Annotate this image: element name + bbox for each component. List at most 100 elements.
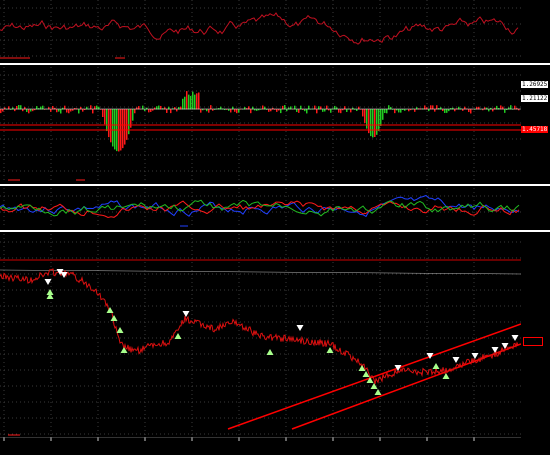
macd-bar	[66, 109, 68, 113]
macd-bar	[0, 109, 2, 114]
macd-bar	[106, 109, 108, 132]
macd-bar	[192, 91, 194, 110]
triangle-down-icon	[471, 353, 479, 359]
macd-bar	[184, 96, 186, 110]
macd-bar	[112, 109, 114, 147]
macd-histogram-plot	[0, 67, 521, 182]
macd-bar	[82, 109, 84, 112]
macd-bar	[386, 109, 388, 114]
triangle-up-icon	[110, 315, 118, 321]
macd-bar	[102, 109, 104, 117]
oscillator-pane-top[interactable]	[0, 0, 521, 60]
macd-bar	[22, 109, 24, 112]
macd-bar	[208, 109, 210, 113]
macd-bar	[362, 109, 364, 117]
macd-pane[interactable]	[0, 67, 521, 182]
macd-bar	[446, 109, 448, 113]
macd-bar	[272, 107, 274, 110]
triangle-up-icon	[326, 347, 334, 353]
pane-separator[interactable]	[0, 63, 550, 65]
macd-bar	[194, 94, 196, 110]
macd-bar	[68, 109, 70, 114]
macd-bar	[398, 109, 400, 113]
triangle-up-icon	[374, 389, 382, 395]
triangle-up-icon	[106, 307, 114, 313]
macd-bar	[442, 109, 444, 112]
pane-separator[interactable]	[0, 184, 550, 186]
triangle-up-icon	[116, 327, 124, 333]
macd-bar	[382, 109, 384, 120]
macd-bar	[492, 109, 494, 112]
macd-bar	[56, 109, 58, 113]
macd-level-label-1: 1.26925	[521, 81, 549, 88]
time-axis-ticks	[0, 437, 521, 441]
macd-bar	[104, 109, 106, 125]
macd-bar	[408, 109, 410, 112]
macd-bar	[448, 109, 450, 112]
macd-bar	[394, 109, 396, 114]
macd-bar	[490, 107, 492, 110]
macd-bar	[378, 109, 380, 132]
triangle-up-icon	[120, 347, 128, 353]
macd-bar	[372, 109, 374, 138]
macd-bar	[322, 109, 324, 112]
macd-bar	[2, 109, 4, 112]
macd-bar	[350, 109, 352, 113]
macd-bar	[504, 109, 506, 113]
macd-bar	[108, 109, 110, 138]
macd-bar	[276, 109, 278, 112]
macd-bar	[488, 109, 490, 112]
time-axis[interactable]	[0, 437, 550, 455]
macd-bar	[32, 109, 34, 112]
macd-bar	[126, 109, 128, 140]
macd-bar	[384, 109, 386, 114]
macd-bar	[72, 109, 74, 111]
macd-bar	[144, 109, 146, 112]
triangle-down-icon	[452, 357, 460, 363]
oscillator-line	[0, 12, 519, 45]
macd-bar	[380, 109, 382, 126]
macd-bar	[270, 109, 272, 112]
oscillator-top-plot	[0, 0, 521, 60]
macd-bar	[132, 109, 134, 121]
macd-bar	[404, 109, 406, 111]
pane-separator[interactable]	[0, 230, 550, 232]
macd-bar	[60, 109, 62, 114]
macd-bar	[236, 109, 238, 114]
macd-bar	[296, 109, 298, 112]
macd-bar	[28, 109, 30, 114]
macd-bar	[70, 109, 72, 112]
oscillator-bottom-plot	[0, 188, 521, 228]
macd-bar	[340, 109, 342, 114]
macd-bar	[330, 109, 332, 113]
macd-bar	[148, 109, 150, 113]
triangle-up-icon	[266, 349, 274, 355]
macd-bar	[324, 109, 326, 112]
macd-bar	[280, 109, 282, 114]
macd-bar	[196, 93, 198, 110]
macd-bar	[370, 109, 372, 137]
price-scale	[521, 234, 550, 437]
macd-level-label-3: 1.45718	[521, 126, 549, 133]
macd-bar	[400, 109, 402, 113]
macd-bar	[206, 109, 208, 112]
macd-bar	[92, 109, 94, 114]
macd-bar	[470, 109, 472, 114]
macd-bar	[428, 109, 430, 112]
triangle-down-icon	[182, 311, 190, 317]
macd-bar	[298, 109, 300, 113]
macd-bar	[238, 109, 240, 113]
macd-bar	[78, 109, 80, 114]
macd-bar	[366, 109, 368, 129]
macd-bar	[58, 109, 60, 112]
macd-bar	[122, 109, 124, 149]
oscillator-top-price-scale	[521, 0, 550, 60]
price-chart-pane[interactable]	[0, 234, 521, 437]
oscillator-pane-bottom[interactable]	[0, 188, 521, 228]
macd-bar	[30, 109, 32, 112]
macd-bar	[346, 109, 348, 112]
macd-bar	[454, 109, 456, 112]
trend-channel-lower	[291, 343, 521, 430]
macd-bar	[26, 109, 28, 112]
triangle-down-icon	[44, 279, 52, 285]
